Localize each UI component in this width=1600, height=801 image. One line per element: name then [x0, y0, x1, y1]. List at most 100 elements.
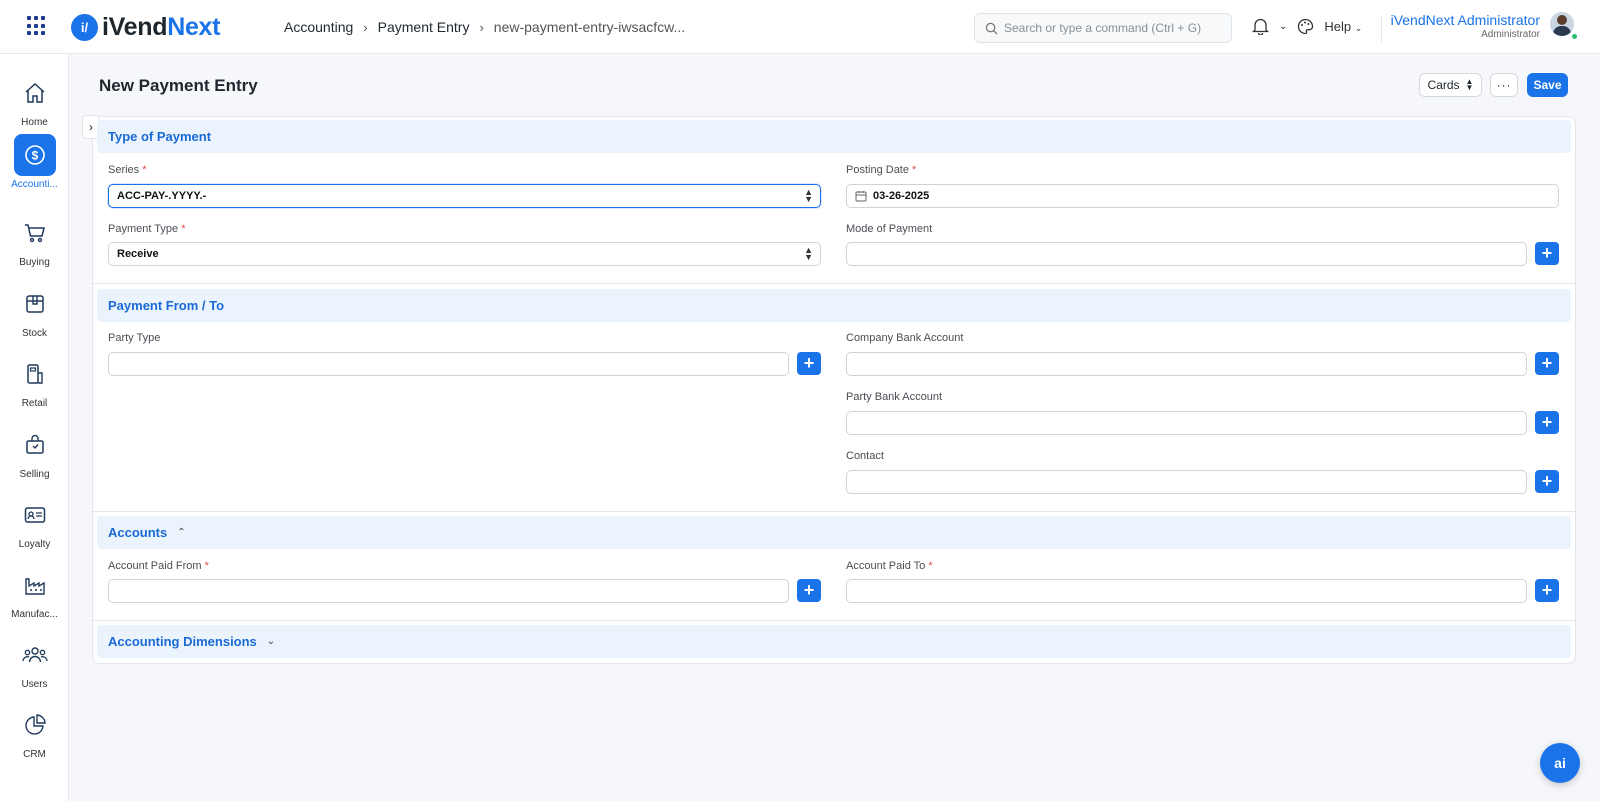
account-paid-from-label: Account Paid From *	[108, 560, 209, 572]
factory-icon	[14, 564, 56, 606]
posting-date-field[interactable]: 03-26-2025	[846, 184, 1559, 208]
avatar[interactable]	[1550, 12, 1574, 36]
breadcrumb-accounting[interactable]: Accounting	[284, 19, 353, 35]
help-menu[interactable]: Help ⌄	[1324, 19, 1362, 34]
save-button[interactable]: Save	[1527, 73, 1568, 97]
breadcrumb: Accounting › Payment Entry › new-payment…	[284, 19, 685, 35]
section-type-of-payment: Type of Payment	[97, 120, 1571, 153]
sidebar-item-buying[interactable]: Buying	[0, 212, 69, 282]
company-bank-account-label: Company Bank Account	[846, 332, 964, 344]
logo-mark-icon: i/	[71, 13, 98, 41]
sidebar-item-label: Manufac...	[11, 609, 58, 620]
account-paid-from-field[interactable]	[108, 579, 789, 603]
breadcrumb-current-doc: new-payment-entry-iwsacfcw...	[493, 19, 686, 35]
add-party-bank-account-button[interactable]: +	[1535, 411, 1559, 434]
sidebar-item-loyalty[interactable]: Loyalty	[0, 494, 69, 564]
sort-icon: ▲ ▼	[1465, 77, 1474, 92]
sidebar-item-users[interactable]: Users	[0, 634, 69, 704]
sidebar-item-label: CRM	[23, 749, 46, 760]
sidebar-item-label: Accounti...	[11, 179, 58, 190]
sidebar-item-label: Buying	[19, 257, 50, 268]
add-company-bank-account-button[interactable]: +	[1535, 352, 1559, 375]
sidebar-item-retail[interactable]: Retail	[0, 353, 69, 423]
party-bank-account-label: Party Bank Account	[846, 391, 942, 403]
select-arrows-icon: ▲ ▼	[804, 245, 813, 262]
add-party-type-button[interactable]: +	[797, 352, 821, 375]
mode-of-payment-label: Mode of Payment	[846, 223, 933, 235]
section-divider	[92, 283, 1576, 284]
dollar-icon: $	[13, 134, 56, 176]
posting-date-label: Posting Date *	[846, 164, 917, 176]
more-actions-button[interactable]: ···	[1490, 73, 1518, 97]
chevron-down-icon: ⌄	[266, 636, 276, 647]
user-menu[interactable]: iVendNext Administrator Administrator	[1391, 12, 1540, 40]
page-title: New Payment Entry	[99, 76, 258, 95]
cards-select[interactable]: Cards ▲ ▼	[1419, 73, 1482, 97]
sidebar-item-manufacturing[interactable]: Manufac...	[0, 564, 69, 634]
sidebar-item-label: Users	[21, 679, 48, 690]
svg-text:$: $	[31, 149, 38, 163]
add-account-paid-to-button[interactable]: +	[1535, 579, 1559, 602]
chevron-up-icon: ⌃	[177, 527, 186, 538]
section-divider	[92, 620, 1576, 621]
payment-type-select[interactable]: Receive ▲ ▼	[108, 242, 821, 266]
search-placeholder: Search or type a command (Ctrl + G)	[1004, 21, 1202, 35]
section-divider	[92, 511, 1576, 512]
ai-assistant-button[interactable]: ai	[1540, 743, 1580, 783]
logo-text: iVendNext	[102, 12, 221, 41]
search-input[interactable]: Search or type a command (Ctrl + G)	[974, 13, 1232, 43]
select-arrows-icon: ▲ ▼	[804, 187, 813, 204]
company-bank-account-field[interactable]	[846, 352, 1527, 376]
payment-type-label: Payment Type *	[108, 223, 186, 235]
chevron-right-icon: ›	[479, 19, 484, 35]
nav-actions: ⌄ Help ⌄	[1252, 17, 1362, 35]
app-logo[interactable]: i/ iVendNext	[71, 13, 220, 41]
account-paid-to-field[interactable]	[846, 579, 1527, 603]
sidebar-item-home[interactable]: Home	[0, 72, 69, 142]
online-status-dot	[1571, 33, 1578, 40]
top-navbar: i/ iVendNext Accounting › Payment Entry …	[0, 0, 1600, 54]
party-type-label: Party Type	[108, 332, 161, 344]
cart-icon	[14, 212, 56, 254]
chevron-down-icon[interactable]: ⌄	[1279, 21, 1287, 32]
sidebar-item-crm[interactable]: CRM	[0, 704, 69, 774]
add-mode-of-payment-button[interactable]: +	[1535, 242, 1559, 265]
section-payment-from-to: Payment From / To	[97, 289, 1571, 322]
mode-of-payment-field[interactable]	[846, 242, 1527, 266]
breadcrumb-payment-entry[interactable]: Payment Entry	[378, 19, 470, 35]
box-icon	[14, 283, 56, 325]
contact-field[interactable]	[846, 470, 1527, 494]
calendar-icon	[855, 191, 867, 202]
user-name: iVendNext Administrator	[1390, 12, 1540, 28]
navbar-divider	[1381, 16, 1382, 42]
search-icon	[985, 22, 998, 35]
users-icon	[14, 634, 56, 676]
account-paid-to-label: Account Paid To *	[846, 560, 933, 572]
palette-icon[interactable]	[1297, 18, 1314, 35]
series-label: Series *	[108, 164, 147, 176]
id-card-icon	[14, 494, 56, 536]
sidebar-item-label: Stock	[21, 328, 47, 339]
pie-chart-icon	[14, 704, 56, 746]
add-account-paid-from-button[interactable]: +	[797, 579, 821, 602]
pos-icon	[14, 353, 56, 395]
chevron-right-icon: ›	[363, 19, 368, 35]
sidebar-item-label: Selling	[19, 469, 50, 480]
sidebar-item-label: Home	[21, 117, 48, 128]
bag-icon	[14, 424, 56, 466]
bell-icon[interactable]	[1252, 17, 1269, 35]
section-accounting-dimensions[interactable]: Accounting Dimensions ⌄	[97, 625, 1571, 658]
series-select[interactable]: ACC-PAY-.YYYY.- ▲ ▼	[108, 184, 821, 208]
party-bank-account-field[interactable]	[846, 411, 1527, 435]
add-contact-button[interactable]: +	[1535, 470, 1559, 493]
sidebar: Home $ Accounti... Buying Stock Retail S…	[0, 54, 69, 801]
section-accounts[interactable]: Accounts ⌃	[97, 516, 1571, 549]
sidebar-item-selling[interactable]: Selling	[0, 424, 69, 494]
sidebar-item-label: Loyalty	[18, 539, 51, 550]
sidebar-item-stock[interactable]: Stock	[0, 283, 69, 353]
sidebar-item-accounting[interactable]: $ Accounti...	[0, 134, 69, 204]
party-type-field[interactable]	[108, 352, 789, 376]
contact-label: Contact	[846, 450, 884, 462]
app-grid-icon[interactable]	[27, 16, 47, 36]
home-icon	[14, 72, 56, 114]
